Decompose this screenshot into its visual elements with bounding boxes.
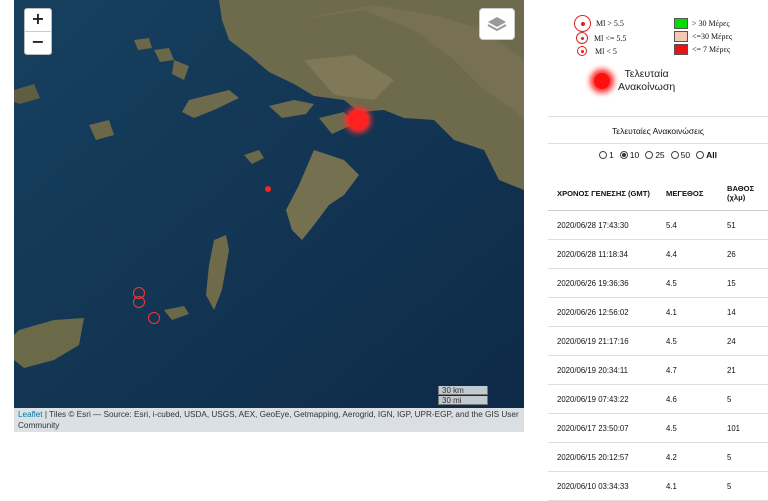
satellite-basemap <box>14 0 524 432</box>
count-label: All <box>706 150 717 160</box>
count-option-1[interactable]: 1 <box>598 150 614 160</box>
legend-mag-small: Ml < 5 <box>595 46 617 56</box>
age-swatch-week <box>674 44 688 55</box>
cell-mag: 4.2 <box>657 442 718 472</box>
scale-mi: 30 mi <box>438 396 488 405</box>
age-swatch-old <box>674 18 688 29</box>
legend-age-week: <= 7 Μέρες <box>692 45 731 54</box>
cell-mag: 4.7 <box>657 355 718 385</box>
latest-marker-icon <box>594 73 610 89</box>
col-date-header: ΧΡΟΝΟΣ ΓΕΝΕΣΗΣ (GMT) <box>548 176 657 211</box>
leaflet-link[interactable]: Leaflet <box>18 410 43 419</box>
cell-mag: 4.1 <box>657 471 718 501</box>
table-header-row: ΧΡΟΝΟΣ ΓΕΝΕΣΗΣ (GMT) ΜΕΓΕΘΟΣ ΒΑΘΟΣ (χλμ) <box>548 176 768 211</box>
cell-mag: 4.5 <box>657 326 718 356</box>
table-row[interactable]: 2020/06/10 03:34:33 4.1 5 <box>548 471 768 501</box>
age-swatch-month <box>674 31 688 42</box>
cell-date: 2020/06/28 11:18:34 <box>548 239 657 269</box>
zoom-in-button[interactable]: + <box>25 9 51 32</box>
count-label: 10 <box>629 150 640 160</box>
radio-icon[interactable] <box>645 151 654 159</box>
cell-date: 2020/06/17 23:50:07 <box>548 413 657 443</box>
cell-date: 2020/06/19 07:43:22 <box>548 384 657 414</box>
cell-date: 2020/06/28 17:43:30 <box>548 210 657 240</box>
latest-announcement-legend: Τελευταία Ανακοίνωση <box>594 68 675 94</box>
radio-icon[interactable] <box>670 151 679 159</box>
cell-depth: 15 <box>718 268 768 298</box>
table-row[interactable]: 2020/06/19 21:17:16 4.5 24 <box>548 326 768 356</box>
table-row[interactable]: 2020/06/17 23:50:07 4.5 101 <box>548 413 768 443</box>
cell-date: 2020/06/19 20:34:11 <box>548 355 657 385</box>
scale-km: 30 km <box>438 386 488 395</box>
earthquake-marker[interactable] <box>148 312 160 324</box>
cell-depth: 101 <box>718 413 768 443</box>
map-attribution: Leaflet | Tiles © Esri — Source: Esri, i… <box>14 408 524 432</box>
legend-mag-mid: Ml <= 5.5 <box>594 33 627 43</box>
cell-depth: 5 <box>718 442 768 472</box>
layers-control-button[interactable] <box>479 8 515 40</box>
count-option-all[interactable]: All <box>696 150 717 160</box>
legend-age-month: <=30 Μέρες <box>692 32 733 41</box>
count-selector: 1 10 25 50 All <box>548 150 768 160</box>
earthquake-marker[interactable] <box>133 296 145 308</box>
radio-icon[interactable] <box>598 151 607 159</box>
radio-selected-icon[interactable] <box>619 151 628 159</box>
cell-depth: 5 <box>718 471 768 501</box>
cell-date: 2020/06/26 19:36:36 <box>548 268 657 298</box>
announcements-table: ΧΡΟΝΟΣ ΓΕΝΕΣΗΣ (GMT) ΜΕΓΕΘΟΣ ΒΑΘΟΣ (χλμ)… <box>548 176 768 501</box>
map-view[interactable]: + − 30 km 30 mi Leaflet | Tiles © Esri —… <box>14 0 524 432</box>
count-label: 1 <box>608 150 614 160</box>
table-row[interactable]: 2020/06/19 07:43:22 4.6 5 <box>548 384 768 414</box>
cell-mag: 4.6 <box>657 384 718 414</box>
cell-mag: 4.5 <box>657 268 718 298</box>
table-row[interactable]: 2020/06/28 11:18:34 4.4 26 <box>548 239 768 269</box>
table-row[interactable]: 2020/06/19 20:34:11 4.7 21 <box>548 355 768 385</box>
attribution-text: | Tiles © Esri — Source: Esri, i-cubed, … <box>18 410 519 430</box>
count-label: 50 <box>680 150 691 160</box>
cell-date: 2020/06/10 03:34:33 <box>548 471 657 501</box>
mag-large-icon <box>574 15 591 32</box>
cell-depth: 24 <box>718 326 768 356</box>
announcements-title: Τελευταίες Ανακοινώσεις <box>548 119 768 144</box>
cell-mag: 4.5 <box>657 413 718 443</box>
col-mag-header: ΜΕΓΕΘΟΣ <box>657 176 718 211</box>
count-label: 25 <box>655 150 665 160</box>
side-panel: Ml > 5.5 Ml <= 5.5 Ml < 5 > 30 Μέρες <=3… <box>548 0 768 501</box>
mag-mid-icon <box>576 32 588 44</box>
cell-date: 2020/06/15 20:12:57 <box>548 442 657 472</box>
cell-mag: 4.4 <box>657 239 718 269</box>
count-option-50[interactable]: 50 <box>670 150 691 160</box>
layers-icon <box>487 17 507 32</box>
cell-date: 2020/06/19 21:17:16 <box>548 326 657 356</box>
count-option-25[interactable]: 25 <box>645 150 665 160</box>
cell-depth: 5 <box>718 384 768 414</box>
zoom-out-button[interactable]: − <box>25 32 51 54</box>
cell-date: 2020/06/26 12:56:02 <box>548 297 657 327</box>
legend-age-old: > 30 Μέρες <box>692 19 730 28</box>
col-depth-header: ΒΑΘΟΣ (χλμ) <box>718 176 768 211</box>
cell-mag: 5.4 <box>657 210 718 240</box>
latest-label-line1: Τελευταία <box>624 68 669 80</box>
earthquake-marker-latest[interactable] <box>348 110 368 130</box>
mag-small-icon <box>577 46 587 56</box>
radio-icon[interactable] <box>696 151 705 159</box>
table-row[interactable]: 2020/06/26 12:56:02 4.1 14 <box>548 297 768 327</box>
cell-mag: 4.1 <box>657 297 718 327</box>
scale-bar: 30 km 30 mi <box>438 386 488 405</box>
zoom-control: + − <box>24 8 52 55</box>
earthquake-marker[interactable] <box>265 186 271 192</box>
cell-depth: 14 <box>718 297 768 327</box>
cell-depth: 51 <box>718 210 768 240</box>
table-row[interactable]: 2020/06/15 20:12:57 4.2 5 <box>548 442 768 472</box>
latest-label-line2: Ανακοίνωση <box>618 81 676 93</box>
cell-depth: 21 <box>718 355 768 385</box>
cell-depth: 26 <box>718 239 768 269</box>
table-row[interactable]: 2020/06/28 17:43:30 5.4 51 <box>548 210 768 240</box>
legend: Ml > 5.5 Ml <= 5.5 Ml < 5 > 30 Μέρες <=3… <box>548 0 768 117</box>
count-option-10[interactable]: 10 <box>619 150 640 160</box>
table-row[interactable]: 2020/06/26 19:36:36 4.5 15 <box>548 268 768 298</box>
legend-mag-large: Ml > 5.5 <box>596 19 624 28</box>
